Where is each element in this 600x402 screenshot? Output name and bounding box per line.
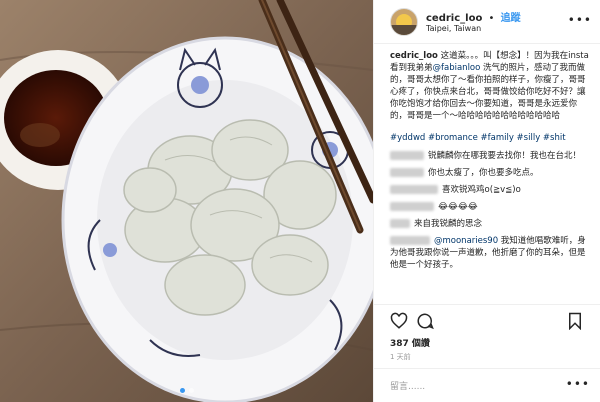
add-comment-bar: 留言...... ••• bbox=[374, 368, 600, 402]
username-link[interactable]: cedric_loo bbox=[426, 13, 482, 24]
blurred-username bbox=[390, 151, 424, 160]
comment-mention[interactable]: @moonaries90 bbox=[434, 236, 498, 246]
comment-text: 你也太瘦了，你也要多吃点。 bbox=[428, 168, 539, 178]
hashtags[interactable]: #yddwd #bromance #family #silly #shit bbox=[390, 132, 590, 144]
more-options-icon[interactable]: ••• bbox=[566, 377, 590, 391]
caption-username[interactable]: cedric_loo bbox=[390, 51, 438, 61]
comment-input[interactable]: 留言...... bbox=[390, 379, 425, 392]
comment-item: 你也太瘦了，你也要多吃点。 bbox=[390, 167, 590, 179]
comment-text: 喜欢锐鸡鸡o(≧v≦)o bbox=[442, 185, 521, 195]
dumpling-bowl-image bbox=[0, 0, 373, 402]
separator-dot: • bbox=[488, 13, 495, 24]
comment-item: 来自我锐麟的思念 bbox=[390, 218, 590, 230]
action-bar bbox=[374, 304, 600, 334]
comment-item: 锐麟麟你在哪我要去找你！我也在台北！ bbox=[390, 150, 590, 162]
bookmark-icon[interactable] bbox=[566, 312, 584, 330]
post-details-panel: cedric_loo • 追蹤 Taipei, Taiwan ••• cedri… bbox=[373, 0, 600, 402]
like-count[interactable]: 387 個讚 bbox=[390, 336, 430, 349]
more-options-icon[interactable]: ••• bbox=[568, 13, 592, 27]
comment-item: 喜欢锐鸡鸡o(≧v≦)o bbox=[390, 184, 590, 196]
heart-icon[interactable] bbox=[390, 312, 408, 330]
caption-mention[interactable]: @fabianloo bbox=[433, 63, 481, 73]
carousel-dot[interactable] bbox=[188, 388, 194, 393]
post-caption: cedric_loo 这道菜。。。叫【想念】！因为我在insta看到我弟弟@fa… bbox=[390, 50, 590, 122]
comment-text: 锐麟麟你在哪我要去找你！我也在台北！ bbox=[428, 151, 582, 161]
comment-item: @moonaries90 我知道他唱歌难听，身为他哥我跟你说一声道歉，他折磨了你… bbox=[390, 235, 590, 271]
comment-text: 😂😂😂😂 bbox=[438, 202, 478, 212]
comment-icon[interactable] bbox=[416, 312, 434, 330]
location-link[interactable]: Taipei, Taiwan bbox=[426, 24, 481, 33]
post-header: cedric_loo • 追蹤 Taipei, Taiwan ••• bbox=[374, 0, 600, 44]
comments-list[interactable]: cedric_loo 这道菜。。。叫【想念】！因为我在insta看到我弟弟@fa… bbox=[374, 44, 600, 302]
avatar[interactable] bbox=[390, 8, 418, 36]
blurred-username bbox=[390, 202, 434, 211]
post-photo[interactable] bbox=[0, 0, 373, 402]
comment-text: 来自我锐麟的思念 bbox=[414, 219, 483, 229]
carousel-indicator bbox=[0, 388, 373, 393]
comment-item: 😂😂😂😂 bbox=[390, 201, 590, 213]
blurred-username bbox=[390, 236, 430, 245]
follow-button[interactable]: 追蹤 bbox=[501, 13, 521, 24]
post-timestamp[interactable]: 1 天前 bbox=[390, 352, 411, 362]
blurred-username bbox=[390, 168, 424, 177]
blurred-username bbox=[390, 185, 438, 194]
carousel-dot[interactable] bbox=[179, 388, 185, 393]
blurred-username bbox=[390, 219, 410, 228]
